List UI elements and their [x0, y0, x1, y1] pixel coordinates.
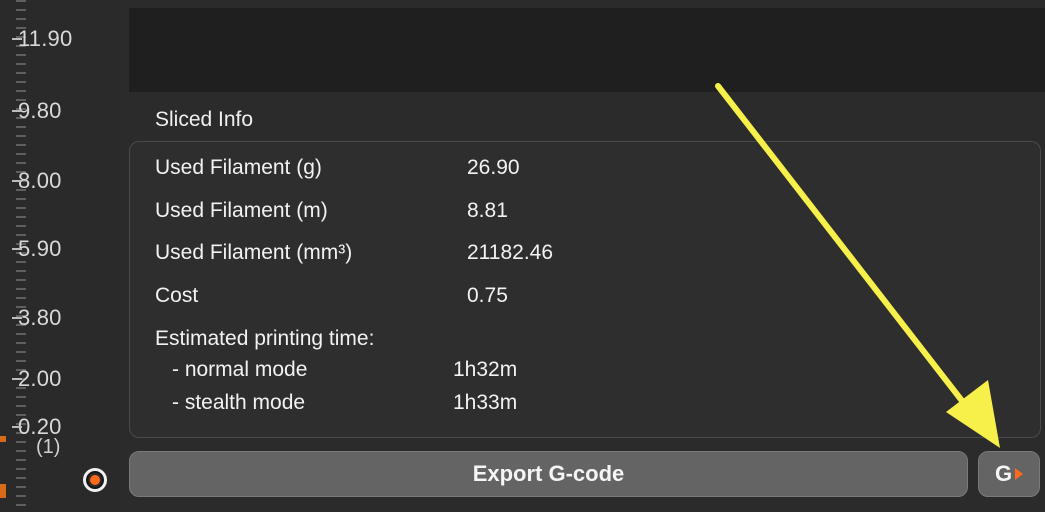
ruler-tick-label: 5.90 — [12, 236, 62, 261]
mode-value-stealth: 1h33m — [453, 391, 518, 414]
mode-value-normal: 1h32m — [453, 358, 518, 381]
preview-area — [129, 8, 1045, 92]
play-triangle-icon — [1015, 468, 1024, 480]
slider-marker-bottom — [0, 484, 6, 498]
info-value-cost: 0.75 — [467, 284, 508, 307]
ruler-tick-label: 2.00 — [12, 366, 62, 391]
layer-slider-ruler[interactable]: 11.90 9.80 8.00 5.90 3.80 2.00 0.20 (1) — [0, 0, 118, 512]
send-gcode-button[interactable]: G — [978, 451, 1040, 497]
ruler-tick-label: 11.90 — [11, 26, 73, 51]
sliced-info-title: Sliced Info — [155, 108, 254, 131]
info-value-filament-g: 26.90 — [467, 156, 520, 179]
mode-label-normal: - normal mode — [172, 358, 308, 381]
info-label-filament-m: Used Filament (m) — [155, 199, 328, 222]
ruler-layer-count: (1) — [36, 436, 61, 458]
info-value-filament-mm3: 21182.46 — [467, 241, 554, 264]
send-gcode-label: G — [994, 461, 1013, 486]
ruler-tick-label: 3.80 — [12, 305, 62, 330]
mode-label-stealth: - stealth mode — [172, 391, 306, 414]
info-label-filament-mm3: Used Filament (mm³) — [155, 241, 353, 264]
info-label-cost: Cost — [155, 284, 199, 307]
info-label-filament-g: Used Filament (g) — [155, 156, 322, 179]
ruler-tick-label: 8.00 — [12, 168, 62, 193]
export-gcode-button[interactable]: Export G-code — [129, 451, 968, 497]
gear-icon[interactable] — [83, 468, 107, 492]
slider-marker-top — [0, 436, 6, 442]
info-value-filament-m: 8.81 — [467, 199, 508, 222]
printing-time-heading: Estimated printing time: — [155, 327, 375, 350]
ruler-tick-label: 9.80 — [12, 98, 62, 123]
